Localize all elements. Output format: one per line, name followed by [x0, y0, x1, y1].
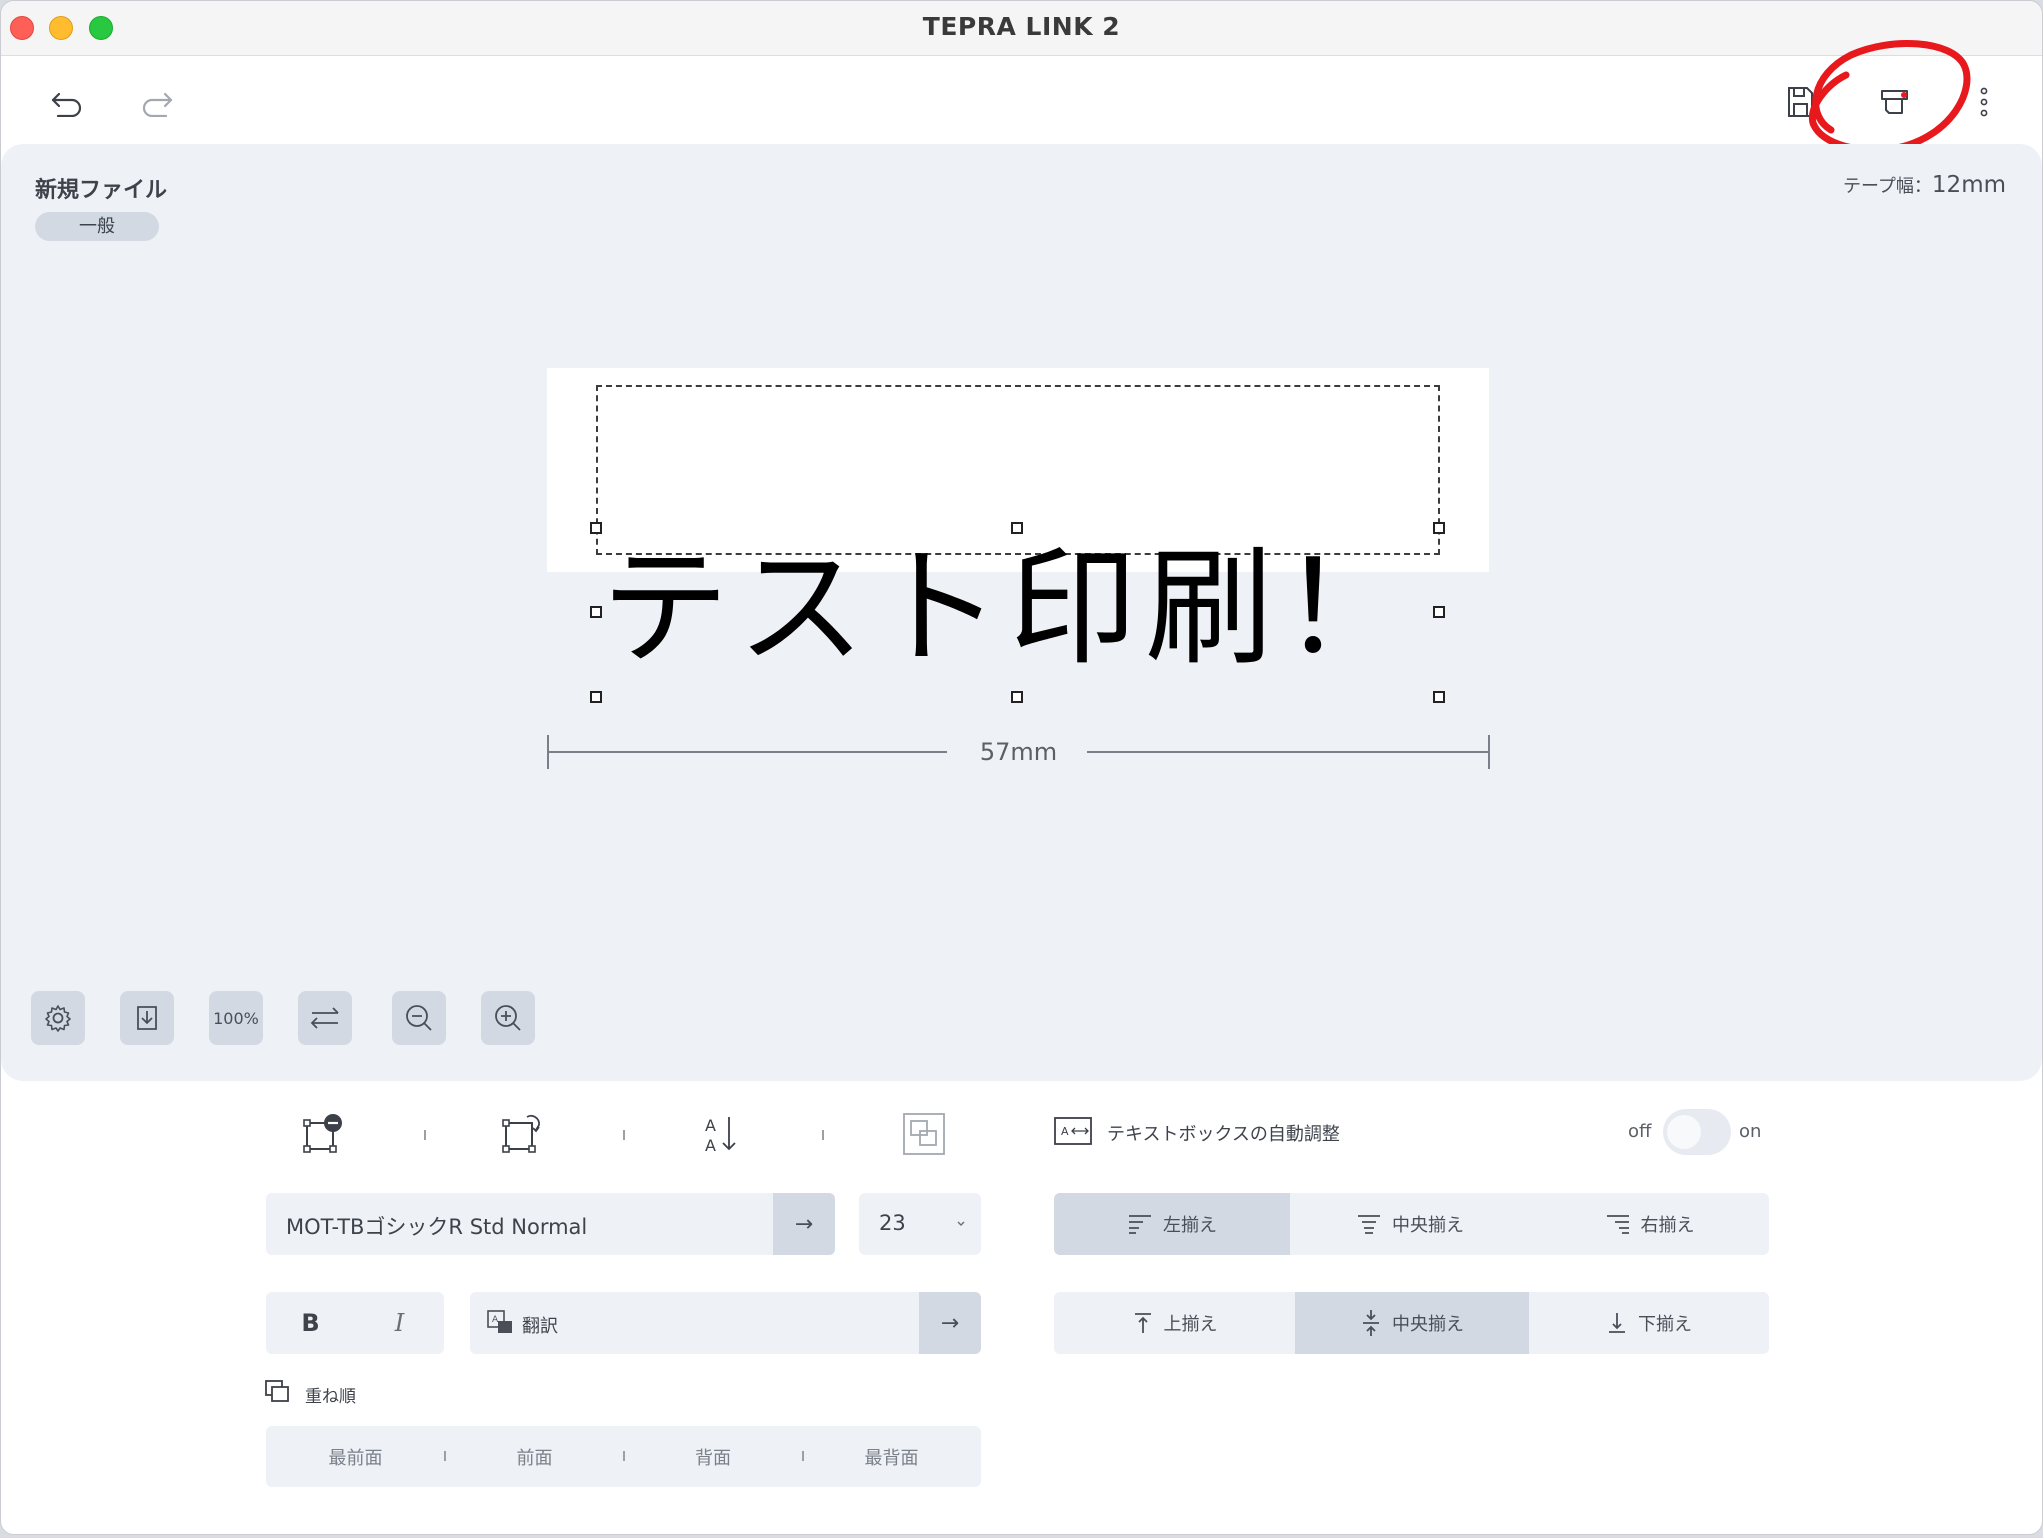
resize-handle[interactable] [1433, 606, 1445, 618]
resize-handle[interactable] [1433, 522, 1445, 534]
tape-width-label: テープ幅： [1843, 176, 1932, 197]
font-family-value: MOT-TBゴシックR Std Normal [286, 1215, 588, 1239]
align-top-icon [1134, 1313, 1151, 1333]
layer-order-icon [264, 1379, 292, 1409]
settings-button[interactable] [31, 991, 85, 1045]
resize-handle[interactable] [590, 691, 602, 703]
svg-text:A: A [1061, 1125, 1069, 1138]
label-length: 57mm [979, 738, 1058, 766]
gear-icon [45, 1005, 71, 1032]
svg-text:A: A [705, 1116, 716, 1135]
align-middle-button[interactable]: 中央揃え [1295, 1292, 1529, 1354]
align-bottom-label: 下揃え [1638, 1314, 1692, 1335]
align-middle-icon [1363, 1310, 1379, 1336]
zoom-out-icon [406, 1005, 432, 1031]
bold-button[interactable]: B [266, 1292, 355, 1354]
autofit-textbox-icon: A [1053, 1115, 1093, 1147]
file-name: 新規ファイル [35, 178, 168, 203]
title-bar: TEPRA LINK 2 [1, 1, 2042, 56]
font-family-arrow-button[interactable]: → [773, 1193, 835, 1255]
translate-field[interactable]: A 翻訳 → [470, 1292, 981, 1354]
tape-width: テープ幅：12mm [1843, 172, 2006, 198]
toggle-knob [1667, 1115, 1701, 1149]
align-left-icon [1129, 1215, 1151, 1234]
group-objects-icon[interactable] [901, 1111, 947, 1157]
remove-object-icon[interactable] [299, 1111, 349, 1157]
autofit-label: テキストボックスの自動調整 [1107, 1124, 1340, 1145]
send-to-back-button[interactable]: 最背面 [802, 1426, 981, 1487]
toggle-on-label: on [1739, 1121, 1762, 1142]
app-window: TEPRA LINK 2 新規ファイル 一般 テープ幅：12mm テスト印刷！ … [0, 0, 2043, 1535]
window-title: TEPRA LINK 2 [922, 12, 1121, 41]
import-button[interactable] [120, 991, 174, 1045]
align-top-label: 上揃え [1163, 1314, 1218, 1335]
zoom-level: 100% [213, 1008, 259, 1028]
font-size-value: 23 [879, 1211, 906, 1235]
tape-width-value: 12mm [1931, 172, 2006, 198]
align-left-button[interactable]: 左揃え [1054, 1193, 1290, 1255]
translate-icon: A [486, 1309, 514, 1339]
zoom-in-button[interactable] [481, 991, 535, 1045]
align-right-label: 右揃え [1640, 1215, 1695, 1236]
translate-arrow-button[interactable]: → [919, 1292, 981, 1354]
rotate-button[interactable] [298, 991, 352, 1045]
align-bottom-button[interactable]: 下揃え [1529, 1292, 1769, 1354]
align-right-button[interactable]: 右揃え [1530, 1193, 1769, 1255]
text-style-group: B I [266, 1292, 444, 1354]
redo-icon[interactable] [137, 84, 177, 124]
translate-label: 翻訳 [522, 1316, 558, 1337]
align-middle-label: 中央揃え [1392, 1314, 1464, 1335]
resize-handle[interactable] [1011, 691, 1023, 703]
category-badge[interactable]: 一般 [35, 212, 159, 241]
align-bottom-icon [1609, 1313, 1625, 1333]
italic-button[interactable]: I [355, 1292, 444, 1354]
svg-text:A: A [492, 1315, 499, 1325]
toggle-off-label: off [1628, 1121, 1652, 1142]
rotate-object-icon[interactable] [499, 1111, 549, 1157]
autofit-toggle[interactable] [1663, 1109, 1731, 1155]
bring-to-front-button[interactable]: 最前面 [266, 1426, 445, 1487]
vertical-align-group: 上揃え 中央揃え 下揃え [1054, 1292, 1769, 1354]
separator [424, 1130, 426, 1140]
align-right-icon [1606, 1215, 1629, 1234]
align-center-label: 中央揃え [1392, 1215, 1464, 1236]
layer-order-group: 最前面 前面 背面 最背面 [266, 1426, 981, 1487]
bring-forward-button[interactable]: 前面 [445, 1426, 624, 1487]
undo-icon[interactable] [47, 84, 87, 124]
horizontal-align-group: 左揃え 中央揃え 右揃え [1054, 1193, 1769, 1255]
toolbar [1, 56, 2042, 144]
zoom-in-icon [495, 1005, 521, 1031]
zoom-reset-button[interactable]: 100% [209, 991, 263, 1045]
align-top-button[interactable]: 上揃え [1054, 1292, 1295, 1354]
align-center-icon [1358, 1215, 1380, 1234]
separator [623, 1130, 625, 1140]
svg-text:A: A [705, 1136, 716, 1155]
align-center-button[interactable]: 中央揃え [1290, 1193, 1530, 1255]
font-family-select[interactable]: MOT-TBゴシックR Std Normal → [266, 1193, 835, 1255]
chevron-down-icon [955, 1215, 967, 1234]
download-icon [137, 1006, 157, 1030]
separator [822, 1130, 824, 1140]
length-dimension [547, 735, 1490, 769]
layer-order-title: 重ね順 [305, 1387, 356, 1407]
resize-handle[interactable] [1433, 691, 1445, 703]
font-size-select[interactable]: 23 [859, 1193, 981, 1255]
send-backward-button[interactable]: 背面 [624, 1426, 802, 1487]
sort-text-icon[interactable]: AA [701, 1111, 747, 1157]
label-text[interactable]: テスト印刷！ [601, 529, 1409, 689]
zoom-out-button[interactable] [392, 991, 446, 1045]
align-left-label: 左揃え [1163, 1215, 1217, 1236]
swap-arrows-icon [310, 1007, 339, 1029]
